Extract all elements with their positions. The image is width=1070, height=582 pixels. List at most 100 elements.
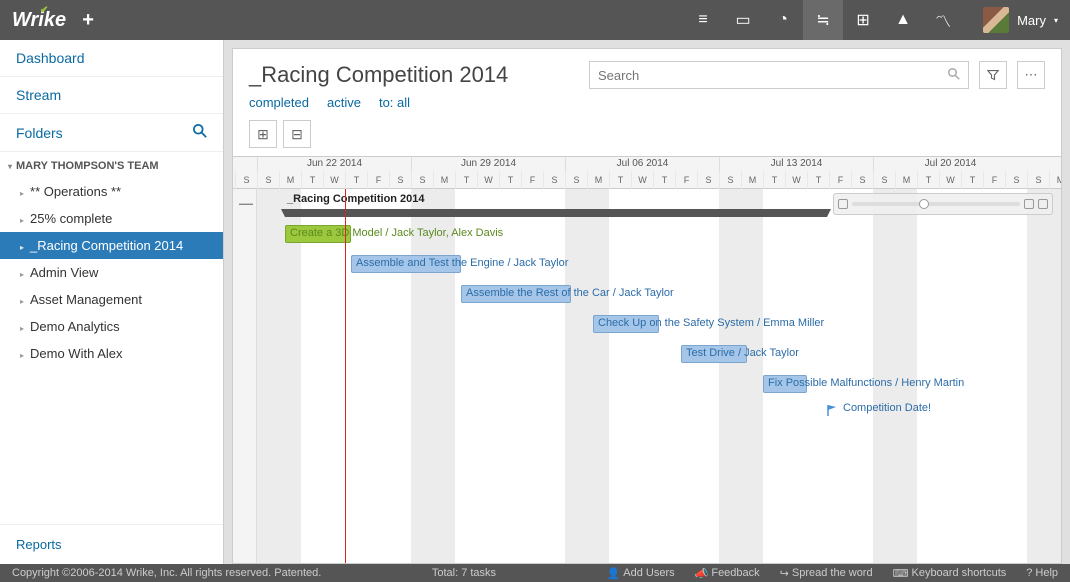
- add-users-link[interactable]: 👤 Add Users: [607, 567, 675, 580]
- collapse-icon[interactable]: —: [239, 195, 253, 211]
- app-logo: Wrike✔: [12, 9, 66, 32]
- day-label: F: [521, 171, 543, 189]
- tree-node-racing[interactable]: _Racing Competition 2014: [0, 232, 223, 259]
- day-label: M: [433, 171, 455, 189]
- nav-reports[interactable]: Reports: [0, 524, 223, 564]
- tree-node-25complete[interactable]: 25% complete: [0, 205, 223, 232]
- folder-tree: MARY THOMPSON'S TEAM ** Operations ** 25…: [0, 152, 223, 524]
- day-label: T: [807, 171, 829, 189]
- zoom-control[interactable]: [833, 193, 1053, 215]
- day-label: F: [983, 171, 1005, 189]
- task-bar[interactable]: Check Up on the Safety System / Emma Mil…: [593, 315, 659, 333]
- day-label: T: [345, 171, 367, 189]
- day-label: S: [411, 171, 433, 189]
- day-label: F: [675, 171, 697, 189]
- day-label: F: [367, 171, 389, 189]
- day-label: T: [301, 171, 323, 189]
- week-label: Jun 22 2014: [257, 157, 411, 171]
- day-label: M: [279, 171, 301, 189]
- day-label: S: [697, 171, 719, 189]
- task-total: Total: 7 tasks: [432, 567, 496, 579]
- nav-folders[interactable]: Folders: [0, 114, 223, 152]
- day-label: W: [323, 171, 345, 189]
- day-label: M: [741, 171, 763, 189]
- milestone-icon[interactable]: Competition Date!: [827, 404, 839, 416]
- zoom-out-icon[interactable]: [838, 199, 848, 209]
- day-label: S: [257, 171, 279, 189]
- day-label: W: [477, 171, 499, 189]
- task-bar[interactable]: Create a 3D Model / Jack Taylor, Alex Da…: [285, 225, 351, 243]
- timeline-header: Jun 22 2014 Jun 29 2014 Jul 06 2014 Jul …: [233, 157, 1061, 189]
- expand-all-button[interactable]: ⊞: [249, 120, 277, 148]
- week-label: Jun 29 2014: [411, 157, 565, 171]
- day-label: M: [895, 171, 917, 189]
- workload-view-icon[interactable]: ▲: [883, 0, 923, 40]
- spread-link[interactable]: ↪ Spread the word: [780, 567, 873, 580]
- tree-node-alex[interactable]: Demo With Alex: [0, 340, 223, 367]
- week-label: Jul 13 2014: [719, 157, 873, 171]
- nav-stream[interactable]: Stream: [0, 77, 223, 114]
- timelog-view-icon[interactable]: ◔: [763, 0, 803, 40]
- filter-completed[interactable]: completed: [249, 95, 309, 110]
- chevron-down-icon: ▾: [1054, 16, 1058, 25]
- day-label: S: [1027, 171, 1049, 189]
- tree-node-analytics[interactable]: Demo Analytics: [0, 313, 223, 340]
- search-input[interactable]: [589, 61, 969, 89]
- feedback-link[interactable]: 📣 Feedback: [695, 567, 760, 580]
- timeline-gutter: —: [233, 189, 257, 563]
- user-menu[interactable]: Mary ▾: [983, 7, 1058, 33]
- timeline: Jun 22 2014 Jun 29 2014 Jul 06 2014 Jul …: [233, 156, 1061, 563]
- week-label: Jul 20 2014: [873, 157, 1027, 171]
- day-label: S: [389, 171, 411, 189]
- more-button[interactable]: ⋯: [1017, 61, 1045, 89]
- zoom-fit-icon[interactable]: [1038, 199, 1048, 209]
- tree-group[interactable]: MARY THOMPSON'S TEAM: [0, 154, 223, 178]
- copyright: Copyright ©2006-2014 Wrike, Inc. All rig…: [12, 567, 321, 579]
- zoom-in-icon[interactable]: [1024, 199, 1034, 209]
- add-button[interactable]: +: [76, 8, 100, 32]
- nav-dashboard[interactable]: Dashboard: [0, 40, 223, 77]
- shortcuts-link[interactable]: ⌨ Keyboard shortcuts: [893, 567, 1007, 580]
- day-label: T: [499, 171, 521, 189]
- avatar: [983, 7, 1009, 33]
- day-label: S: [235, 171, 257, 189]
- task-bar[interactable]: Assemble and Test the Engine / Jack Tayl…: [351, 255, 461, 273]
- day-label: S: [719, 171, 741, 189]
- day-label: S: [873, 171, 895, 189]
- zoom-slider[interactable]: [852, 202, 1020, 206]
- search-icon: [948, 68, 960, 83]
- timeline-view-icon[interactable]: ≒: [803, 0, 843, 40]
- summary-bar[interactable]: [285, 209, 827, 217]
- help-link[interactable]: ? Help: [1026, 567, 1058, 579]
- day-label: T: [763, 171, 785, 189]
- list-view-icon[interactable]: ≡: [683, 0, 723, 40]
- tree-node-asset[interactable]: Asset Management: [0, 286, 223, 313]
- chat-view-icon[interactable]: ▭: [723, 0, 763, 40]
- day-label: S: [1005, 171, 1027, 189]
- day-label: F: [829, 171, 851, 189]
- table-view-icon[interactable]: ⊞: [843, 0, 883, 40]
- analytics-view-icon[interactable]: 〽: [923, 0, 963, 40]
- week-label: Jul 06 2014: [565, 157, 719, 171]
- filter-active[interactable]: active: [327, 95, 361, 110]
- tree-node-admin[interactable]: Admin View: [0, 259, 223, 286]
- user-name: Mary: [1017, 13, 1046, 28]
- day-label: W: [939, 171, 961, 189]
- task-bar[interactable]: Assemble the Rest of the Car / Jack Tayl…: [461, 285, 571, 303]
- search-icon[interactable]: [193, 124, 207, 141]
- filter-to[interactable]: to: all: [379, 95, 410, 110]
- filter-bar: completed active to: all: [233, 95, 1061, 120]
- page-title: _Racing Competition 2014: [249, 62, 579, 88]
- filter-button[interactable]: [979, 61, 1007, 89]
- timeline-body[interactable]: — _Racing Competition 2014 Create a 3D M…: [233, 189, 1061, 563]
- day-label: T: [609, 171, 631, 189]
- task-bar[interactable]: Fix Possible Malfunctions / Henry Martin: [763, 375, 807, 393]
- view-switcher: ≡ ▭ ◔ ≒ ⊞ ▲ 〽: [683, 0, 963, 40]
- tree-node-operations[interactable]: ** Operations **: [0, 178, 223, 205]
- day-label: T: [961, 171, 983, 189]
- day-label: T: [653, 171, 675, 189]
- day-label: S: [543, 171, 565, 189]
- gantt-panel: _Racing Competition 2014 ⋯ completed act…: [232, 48, 1062, 564]
- task-bar[interactable]: Test Drive / Jack Taylor: [681, 345, 747, 363]
- collapse-all-button[interactable]: ⊟: [283, 120, 311, 148]
